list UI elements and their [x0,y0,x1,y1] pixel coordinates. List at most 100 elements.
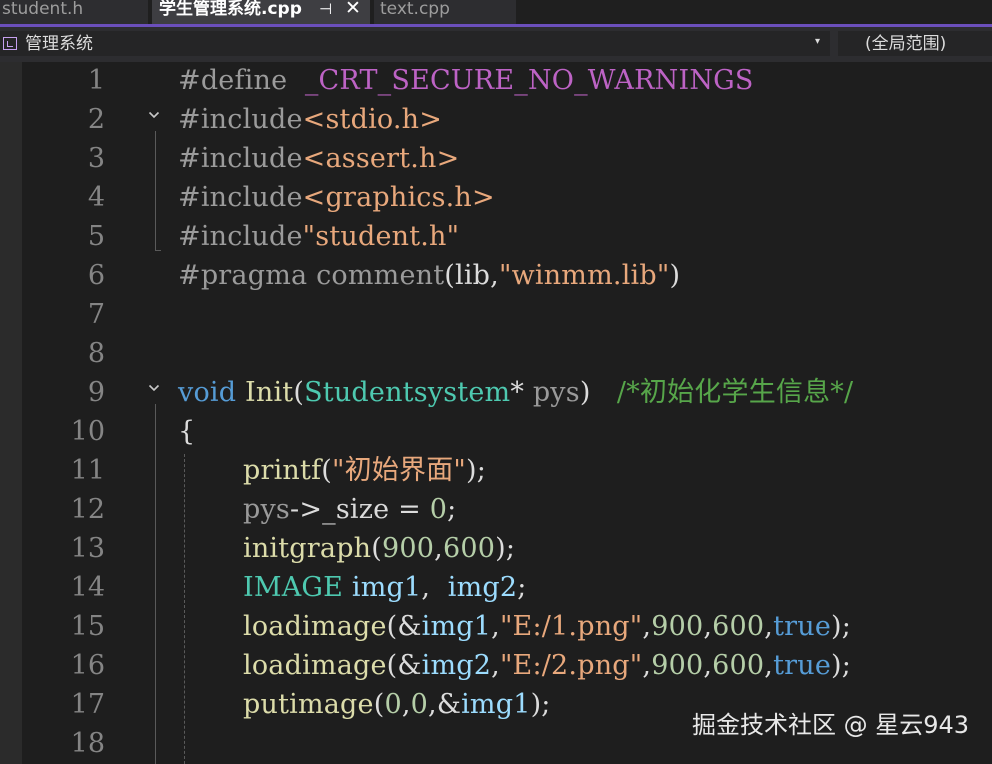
line-number: 17 [70,689,105,720]
code-text: #include<stdio.h> [178,103,442,137]
code-token: ) [669,260,681,291]
code-token: "student.h" [302,221,460,252]
code-token: ); [530,689,551,720]
code-token: #include [178,182,303,213]
code-token: ); [831,611,852,642]
code-line[interactable]: 15 loadimage(&img1,"E:/1.png",900,600,tru… [0,608,992,647]
project-icon [3,37,17,50]
tab-student-h[interactable]: student.h [0,0,148,24]
code-line[interactable]: 13 initgraph(900,600); [0,530,992,569]
code-token: , [421,572,448,603]
code-token: , [401,689,411,720]
code-text: IMAGE img1, img2; [243,571,527,605]
code-token: ( [293,377,305,408]
code-token: img1 [461,689,531,720]
close-icon[interactable]: ✕ [345,0,361,18]
line-number: 14 [70,572,105,603]
code-text: #pragma comment(lib,"winmm.lib") [178,259,680,293]
pin-icon[interactable]: ⊣ [319,0,332,18]
code-token: (& [386,650,422,681]
code-token: , [642,611,652,642]
code-editor[interactable]: 1 #define _CRT_SECURE_NO_WARNINGS 2 #includ… [0,62,992,764]
code-text: #include<graphics.h> [178,181,495,215]
code-text: loadimage(&img2,"E:/2.png",900,600,true)… [243,649,851,683]
member-dropdown[interactable]: (全局范围) [838,31,992,56]
code-token: ) [579,377,617,408]
code-line[interactable]: 12 pys->_size = 0; [0,491,992,530]
code-token: img1 [421,611,492,642]
code-token: = [389,494,430,525]
code-token: ); [831,650,852,681]
code-token: ); [495,533,516,564]
global-scope-label: (全局范围) [865,34,947,54]
code-line[interactable]: 8 [0,335,992,374]
code-token: _CRT_SECURE_NO_WARNINGS [304,65,754,96]
code-token: img1 [351,572,422,603]
code-token: <stdio.h> [302,104,443,135]
code-token: 0 [429,494,448,525]
tab-label: student.h [2,0,84,19]
tab-student-management-cpp[interactable]: 学生管理系统.cpp ⊣ ✕ [152,0,370,24]
code-text: initgraph(900,600); [243,532,515,566]
code-token: 600 [712,611,765,642]
line-number: 8 [87,338,105,369]
code-token: , [764,650,774,681]
code-token: 900 [651,611,704,642]
fold-chevron-icon[interactable] [148,109,160,121]
code-token: loadimage [243,611,387,642]
code-line[interactable]: 9 void Init(Studentsystem* pys) /*初始化学生信息… [0,374,992,413]
code-line[interactable]: 3 #include<assert.h> [0,140,992,179]
code-token: initgraph [243,533,372,564]
code-token: ,& [428,689,462,720]
code-token: ( [373,689,385,720]
code-token: /*初始化学生信息*/ [616,377,854,408]
code-token: pys [532,377,580,408]
indent-guide [184,454,185,764]
code-line[interactable]: 7 [0,296,992,335]
code-line[interactable]: 10 { [0,413,992,452]
code-token: (& [386,611,422,642]
code-token: 900 [651,650,704,681]
line-number: 3 [87,143,105,174]
code-token: ); [466,455,487,486]
chevron-down-icon[interactable]: ▾ [815,36,820,47]
code-text: { [178,415,195,449]
code-token: , [642,650,652,681]
fold-guide-end [155,250,161,251]
code-token: Studentsystem [304,377,511,408]
scope-label: 管理系统 [25,34,93,54]
code-token: 0 [410,689,429,720]
line-number: 4 [87,182,105,213]
scope-dropdown[interactable]: 管理系统 ▾ [0,31,830,56]
fold-guide [155,404,156,764]
code-text: #define _CRT_SECURE_NO_WARNINGS [178,64,754,98]
code-token: true [773,650,832,681]
line-number: 5 [87,221,105,252]
fold-chevron-icon[interactable] [148,382,160,394]
code-token: void [178,377,246,408]
code-line[interactable]: 16 loadimage(&img2,"E:/2.png",900,600,tru… [0,647,992,686]
code-line[interactable]: 6 #pragma comment(lib,"winmm.lib") [0,257,992,296]
code-token: <assert.h> [302,143,460,174]
code-token: 900 [382,533,435,564]
navigation-bar: 管理系统 ▾ (全局范围) [0,27,992,62]
code-line[interactable]: 5 #include"student.h" [0,218,992,257]
code-line[interactable]: 1 #define _CRT_SECURE_NO_WARNINGS [0,62,992,101]
code-text: printf("初始界面"); [243,454,486,488]
code-token: , [491,611,500,642]
code-token: , [491,650,500,681]
code-token: _size [322,494,390,525]
code-token: ; [517,572,527,603]
code-token: "winmm.lib" [498,260,670,291]
code-token: true [773,611,832,642]
code-line[interactable]: 11 printf("初始界面"); [0,452,992,491]
code-line[interactable]: 4 #include<graphics.h> [0,179,992,218]
code-token: putimage [243,689,374,720]
code-token: pys [243,494,290,525]
code-token: #include [178,221,303,252]
code-token: IMAGE [243,572,352,603]
code-line[interactable]: 2 #include<stdio.h> [0,101,992,140]
tab-text-cpp[interactable]: text.cpp [374,0,516,24]
code-line[interactable]: 14 IMAGE img1, img2; [0,569,992,608]
code-text: pys->_size = 0; [243,493,456,527]
